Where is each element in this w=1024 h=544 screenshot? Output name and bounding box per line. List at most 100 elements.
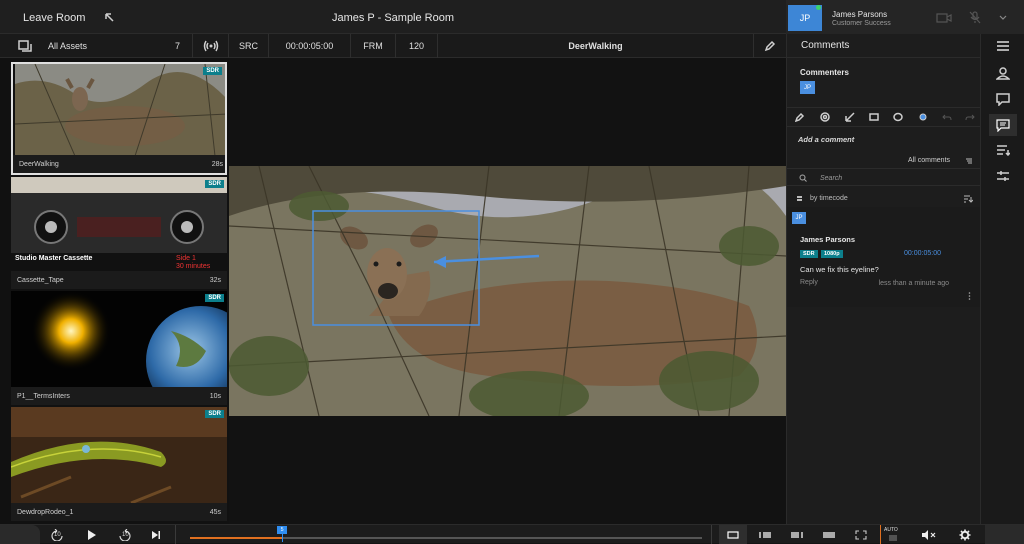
commenter-avatar[interactable]: JP xyxy=(800,81,815,94)
single-view-icon xyxy=(727,530,739,539)
target-tool-icon[interactable] xyxy=(820,112,830,122)
comment-resolution-badge: 1080p xyxy=(821,250,843,258)
mic-off-icon[interactable] xyxy=(969,11,981,24)
asset-label: P1__TermsInters 10s xyxy=(11,387,227,405)
fullscreen-button[interactable] xyxy=(848,525,874,544)
asset-duration: 32s xyxy=(209,276,221,284)
chevron-down-icon[interactable] xyxy=(999,15,1007,20)
cassette-side-text: Side 1 xyxy=(176,255,196,262)
cassette-overlay-text: Studio Master Cassette xyxy=(15,255,93,262)
rectangle-tool-icon[interactable] xyxy=(869,112,879,122)
comment-filter-dropdown[interactable]: All comments xyxy=(908,157,950,164)
commenters-label: Commenters xyxy=(800,68,849,77)
speaker-muted-icon xyxy=(922,529,936,540)
right-icon-rail xyxy=(980,34,1024,524)
frame-number[interactable]: 120 xyxy=(396,34,438,58)
auto-quality-label[interactable]: AUTO xyxy=(884,527,898,533)
next-frame-button[interactable] xyxy=(146,525,166,544)
playhead-marker[interactable]: 5 xyxy=(277,526,288,534)
adjustments-button[interactable] xyxy=(989,165,1017,187)
playhead-line xyxy=(282,534,284,542)
ellipse-tool-icon[interactable] xyxy=(893,112,903,122)
src-label: SRC xyxy=(229,34,269,58)
deer-thumbnail xyxy=(14,64,225,156)
hamburger-icon xyxy=(997,41,1009,51)
layout-compare-button[interactable] xyxy=(752,525,778,544)
filter-icon[interactable] xyxy=(965,157,973,165)
comment-text: Can we fix this eyeline? xyxy=(800,265,879,274)
all-assets-label: All Assets xyxy=(48,41,88,51)
settings-button[interactable] xyxy=(950,525,980,544)
annotations-button[interactable] xyxy=(989,88,1017,110)
comment-author: James Parsons xyxy=(800,235,856,244)
video-frame[interactable] xyxy=(229,166,786,416)
layout-wide-button[interactable] xyxy=(816,525,842,544)
layout-single-button[interactable] xyxy=(719,525,747,544)
color-picker-icon[interactable] xyxy=(918,112,928,122)
assets-icon xyxy=(18,40,32,52)
reply-button[interactable]: Reply xyxy=(800,279,818,286)
all-assets-selector[interactable]: All Assets 7 xyxy=(0,34,193,58)
asset-label: Cassette_Tape 32s xyxy=(11,271,227,289)
asset-item-termsinters[interactable]: SDR P1__TermsInters 10s xyxy=(11,291,227,405)
transport-bar: 10 10 5 AUTO xyxy=(0,524,1024,544)
annotation-icon xyxy=(996,92,1010,106)
search-input[interactable]: Search xyxy=(820,175,842,182)
asset-name: DeerWalking xyxy=(19,160,59,168)
camera-off-icon[interactable] xyxy=(936,12,952,23)
sort-order-icon[interactable] xyxy=(963,194,973,203)
playlist-button[interactable] xyxy=(989,139,1017,161)
cassette-duration-text: 30 minutes xyxy=(176,263,211,270)
comments-rail-button[interactable] xyxy=(989,114,1017,136)
forward-label: 10 xyxy=(122,532,129,538)
online-indicator xyxy=(816,5,821,10)
pencil-tool-icon[interactable] xyxy=(795,112,805,122)
asset-name: P1__TermsInters xyxy=(17,392,70,400)
user-role: Customer Success xyxy=(832,20,891,27)
asset-label: DewdropRodeo_1 45s xyxy=(11,503,227,521)
timeline-progress xyxy=(190,537,283,539)
comment-timecode[interactable]: 00:00:05:00 xyxy=(904,250,941,257)
clip-title: DeerWalking xyxy=(438,34,754,58)
timecode-display[interactable]: 00:00:05:00 xyxy=(269,34,351,58)
people-button[interactable] xyxy=(989,62,1017,84)
comment-sdr-badge: SDR xyxy=(800,250,818,258)
broadcast-button[interactable] xyxy=(193,34,229,58)
split-view-icon xyxy=(791,531,803,538)
add-comment-input[interactable]: Add a comment xyxy=(798,135,854,144)
play-button[interactable] xyxy=(82,525,102,544)
deer-video-frame xyxy=(229,166,786,416)
asset-item-cassette-tape[interactable]: SDR Studio Master Cassette Side 1 30 min… xyxy=(11,177,227,289)
forward-10-button[interactable]: 10 xyxy=(112,525,138,544)
comments-title: Comments xyxy=(801,40,850,51)
mute-button[interactable] xyxy=(914,525,944,544)
transport-right-cap xyxy=(985,525,1024,544)
asset-item-deerwalking[interactable]: SDR DeerWalking 28s xyxy=(11,62,227,175)
sdr-badge: SDR xyxy=(203,67,222,75)
user-name: James Parsons xyxy=(832,10,888,19)
broadcast-icon xyxy=(203,40,218,52)
layout-split-button[interactable] xyxy=(784,525,810,544)
play-icon xyxy=(88,529,96,540)
comment-avatar: JP xyxy=(792,212,806,224)
asset-duration: 10s xyxy=(209,392,221,400)
asset-label: DeerWalking 28s xyxy=(13,155,225,173)
video-viewer[interactable] xyxy=(229,58,786,524)
comments-panel: Comments Commenters JP Add a comment All… xyxy=(786,34,981,524)
more-options-icon[interactable] xyxy=(968,292,971,300)
comment-time-ago: less than a minute ago xyxy=(878,280,949,287)
asset-item-dewdroprodeo[interactable]: SDR DewdropRodeo_1 45s xyxy=(11,407,227,521)
asset-list: SDR DeerWalking 28s SDR Studio Master Ca… xyxy=(0,58,229,524)
menu-button[interactable] xyxy=(989,35,1017,57)
draw-button[interactable] xyxy=(754,34,786,58)
undo-icon[interactable] xyxy=(942,112,952,122)
quality-bars-icon[interactable] xyxy=(888,535,898,541)
compare-view-icon xyxy=(759,531,771,538)
rewind-10-button[interactable]: 10 xyxy=(44,525,70,544)
arrow-tool-icon[interactable] xyxy=(845,112,855,122)
sort-icon xyxy=(797,196,802,201)
search-icon xyxy=(799,174,807,182)
sort-by-timecode[interactable]: by timecode xyxy=(810,195,848,202)
redo-icon[interactable] xyxy=(965,112,975,122)
pencil-icon xyxy=(764,40,776,52)
